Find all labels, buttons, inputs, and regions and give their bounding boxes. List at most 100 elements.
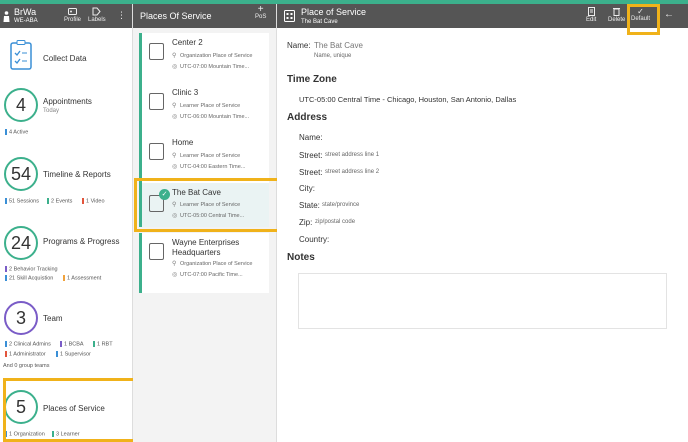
city-label: City: (299, 184, 315, 193)
country-label: Country: (299, 235, 330, 244)
labels-button[interactable]: Labels (88, 7, 106, 23)
detail-panel: Place of Service The Bat Cave Edit Delet… (277, 4, 688, 442)
list-item[interactable]: Center 2 ⚲ Organization Place of Service… (139, 33, 269, 85)
programs-card[interactable]: 24 Programs & Progress 2 Behavior Tracki… (0, 226, 132, 286)
pin-icon: ⚲ (172, 53, 177, 59)
timeline-count: 54 (4, 157, 38, 191)
pin-icon: ⚲ (172, 153, 177, 159)
programs-count: 24 (4, 226, 38, 260)
building-icon (149, 143, 164, 160)
appointments-subtitle: Today (43, 108, 60, 114)
place-timezone: UTC-04:00 Eastern Time... (180, 164, 246, 170)
left-panel: BrWa WE-ABA Profile Labels ⋮ Collect Dat… (0, 4, 133, 442)
edit-button[interactable]: Edit (586, 7, 596, 23)
appointments-count: 4 (4, 88, 38, 122)
org-name: WE-ABA (14, 18, 38, 24)
team-stat-bcba: 1 BCBA (60, 341, 84, 347)
add-pos-button[interactable]: + PoS (255, 4, 267, 21)
building-icon (284, 10, 295, 22)
place-type: Learner Place of Service (180, 103, 241, 109)
address-heading: Address (287, 112, 328, 123)
pin-icon: ⚲ (172, 103, 177, 109)
labels-label: Labels (88, 17, 106, 23)
detail-title: Place of Service The Bat Cave (301, 7, 366, 27)
detail-title-text: Place of Service (301, 7, 367, 17)
timeline-stat-sessions: 51 Sessions (5, 198, 39, 204)
building-icon (149, 93, 164, 110)
timeline-title: Timeline & Reports (43, 170, 111, 179)
programs-title: Programs & Progress (43, 237, 120, 246)
detail-subtitle: The Bat Cave (301, 19, 338, 25)
edit-label: Edit (586, 17, 597, 23)
delete-button[interactable]: Delete (608, 7, 625, 23)
appointments-card[interactable]: 4 Appointments Today 4 Active (0, 88, 132, 140)
globe-icon: ◎ (172, 164, 178, 170)
place-timezone: UTC-07:00 Mountain Time... (180, 64, 250, 70)
timezone-heading: Time Zone (287, 74, 337, 85)
timeline-stat-video: 1 Video (82, 198, 105, 204)
brand-name: BrWa (14, 7, 37, 17)
globe-icon: ◎ (172, 114, 178, 120)
programs-stat-behavior: 2 Behavior Tracking (5, 266, 58, 272)
place-name: Clinic 3 (172, 88, 199, 97)
more-icon[interactable]: ⋮ (117, 10, 126, 21)
team-stat-rbt: 1 RBT (93, 341, 113, 347)
profile-icon (68, 8, 77, 15)
team-groups-text: And 0 group teams (3, 363, 50, 369)
timezone-value[interactable]: UTC-05:00 Central Time - Chicago, Housto… (299, 95, 516, 104)
left-header: BrWa WE-ABA Profile Labels ⋮ (0, 4, 132, 28)
zip-label: Zip: (299, 218, 313, 227)
street2-value[interactable]: street address line 2 (325, 169, 379, 175)
team-stat-clinical: 2 Clinical Admins (5, 341, 51, 347)
street1-value[interactable]: street address line 1 (325, 152, 379, 158)
zip-value[interactable]: zip/postal code (315, 219, 355, 225)
timeline-card[interactable]: 54 Timeline & Reports 51 Sessions 2 Even… (0, 157, 132, 209)
place-name: Center 2 (172, 38, 203, 47)
list-item[interactable]: Clinic 3 ⚲ Learner Place of Service ◎ UT… (139, 83, 269, 135)
places-card-highlight (3, 378, 153, 442)
edit-icon (587, 7, 595, 16)
profile-button[interactable]: Profile (64, 7, 81, 23)
collect-data-title: Collect Data (43, 54, 87, 63)
street2-label: Street: (299, 168, 323, 177)
place-timezone: UTC-07:00 Pacific Time... (180, 272, 243, 278)
profile-label: Profile (64, 17, 82, 23)
plus-icon: + (257, 4, 264, 15)
state-value[interactable]: state/province (322, 202, 359, 208)
brand[interactable]: BrWa WE-ABA (14, 7, 38, 25)
back-arrow-icon[interactable]: ← (664, 9, 674, 20)
default-button-highlight (627, 4, 660, 35)
place-type: Learner Place of Service (180, 153, 241, 159)
team-card[interactable]: 3 Team 2 Clinical Admins 1 BCBA 1 RBT 1 … (0, 301, 132, 376)
programs-stat-assessment: 1 Assessment (63, 275, 101, 281)
place-name: Home (172, 138, 194, 147)
state-label: State: (299, 201, 320, 210)
collect-data-card[interactable]: Collect Data (0, 40, 132, 80)
list-item[interactable]: Wayne Enterprises Headquarters ⚲ Organiz… (139, 233, 269, 293)
globe-icon: ◎ (172, 272, 178, 278)
places-list-header: Places Of Service + PoS (133, 4, 276, 28)
place-timezone: UTC-06:00 Mountain Time... (180, 114, 250, 120)
globe-icon: ◎ (172, 64, 178, 70)
place-type: Organization Place of Service (180, 261, 253, 267)
tag-icon (92, 7, 102, 16)
pin-icon: ⚲ (172, 261, 177, 267)
person-icon[interactable] (3, 11, 10, 22)
notes-field[interactable] (298, 273, 667, 329)
building-icon (149, 243, 164, 260)
street1-label: Street: (299, 151, 323, 160)
building-icon (149, 43, 164, 60)
appointments-stat-active: 4 Active (5, 129, 28, 135)
team-stat-supervisor: 1 Supervisor (56, 351, 91, 357)
name-label: Name: (287, 41, 311, 50)
place-type: Organization Place of Service (180, 53, 253, 59)
delete-label: Delete (608, 17, 626, 23)
team-count: 3 (4, 301, 38, 335)
name-value[interactable]: The Bat Cave (314, 41, 363, 50)
timeline-stat-events: 2 Events (47, 198, 72, 204)
notes-heading: Notes (287, 252, 315, 263)
address-name-label: Name: (299, 133, 323, 142)
add-pos-label: PoS (255, 14, 267, 20)
team-stat-admin: 1 Administrator (5, 351, 46, 357)
clipboard-icon (10, 40, 32, 70)
